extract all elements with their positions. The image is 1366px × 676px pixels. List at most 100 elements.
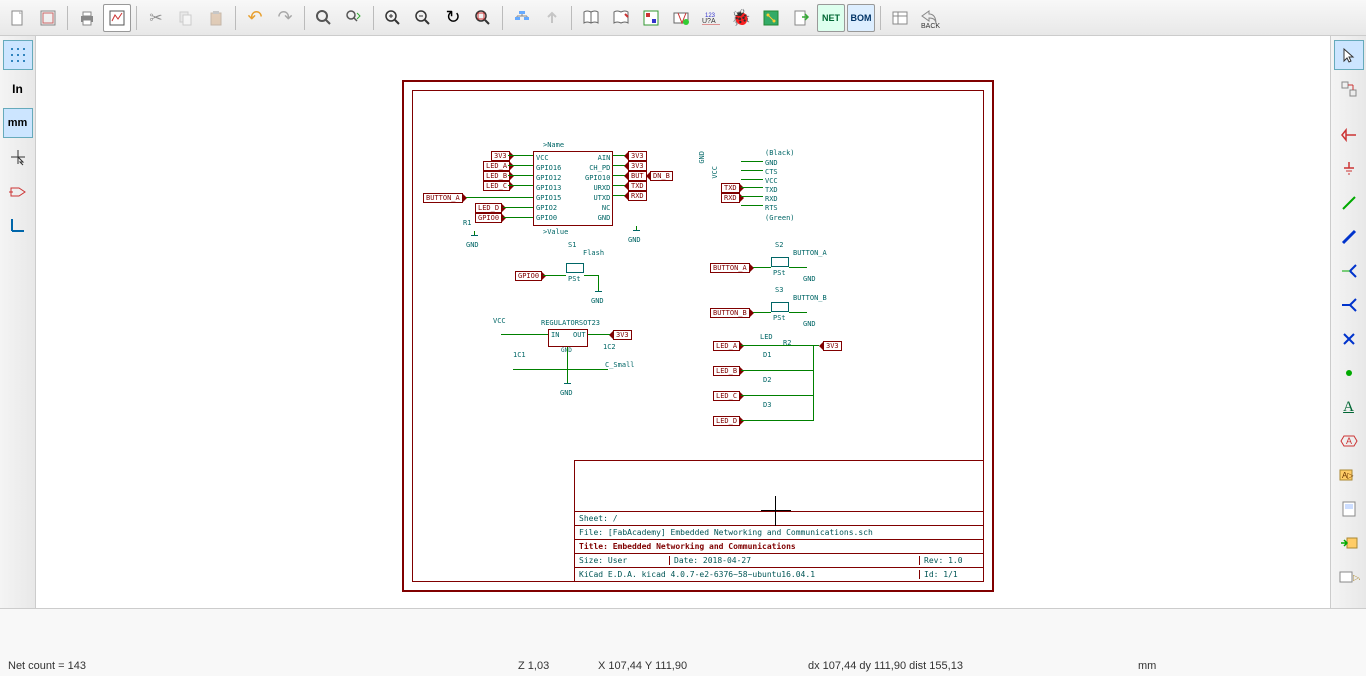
place-junction-tool[interactable]: [1334, 358, 1364, 388]
import-sheetpin-tool[interactable]: [1334, 528, 1364, 558]
zoom-fit-icon[interactable]: [469, 4, 497, 32]
net-txd: TXD: [628, 181, 647, 191]
comp-s3: [771, 302, 789, 312]
find-icon[interactable]: [310, 4, 338, 32]
annotate-icon[interactable]: [637, 4, 665, 32]
back-icon[interactable]: BACK: [916, 4, 944, 32]
net-led-d: LED_D: [475, 203, 502, 213]
select-tool[interactable]: [1334, 40, 1364, 70]
tb-rev: Rev: 1.0: [919, 556, 979, 565]
d3: D3: [763, 401, 771, 409]
tb-sheet: Sheet: /: [579, 514, 618, 523]
psl3: PSt: [773, 314, 786, 322]
plot-icon[interactable]: [103, 4, 131, 32]
place-netlabel-tool[interactable]: A: [1334, 392, 1364, 422]
bus-direction[interactable]: [3, 210, 33, 240]
net-led-c2: LED_C: [713, 391, 740, 401]
pcbnew-icon[interactable]: [757, 4, 785, 32]
new-icon[interactable]: [4, 4, 32, 32]
net-rxd: RXD: [628, 191, 647, 201]
reg-name: REGULATORSOT23: [541, 319, 600, 327]
bom-icon[interactable]: BOM: [847, 4, 875, 32]
place-component-tool[interactable]: [1334, 120, 1364, 150]
redo-icon[interactable]: ↷: [271, 4, 299, 32]
net-led-b: LED_B: [483, 171, 510, 181]
zoom-out-icon[interactable]: [409, 4, 437, 32]
status-xy: X 107,44 Y 111,90: [590, 660, 800, 672]
tb-size: Size: User: [579, 556, 669, 565]
lib-browser-icon[interactable]: [577, 4, 605, 32]
place-bus2bus-tool[interactable]: [1334, 290, 1364, 320]
units-mm[interactable]: mm: [3, 108, 33, 138]
u1-name: >Name: [543, 141, 564, 149]
svg-text:123: 123: [705, 13, 716, 19]
lib-editor-icon[interactable]: [607, 4, 635, 32]
s3: S3: [775, 286, 783, 294]
cut-icon[interactable]: ✂: [142, 4, 170, 32]
u1-pin-r: AINCH_PDGPIO10URXDUTXDNCGND: [585, 153, 610, 223]
schematic-canvas[interactable]: >Name >Value VCCGPIO16GPIO12GPIO13GPIO15…: [36, 36, 1330, 608]
net-button-b2: BUTTON_B: [710, 308, 750, 318]
net-led-a2: LED_A: [713, 341, 740, 351]
conn-black: (Black): [765, 149, 795, 157]
page-setup-icon[interactable]: [34, 4, 62, 32]
conn-pins: GNDCTSVCCTXDRXDRTS: [765, 159, 778, 213]
footprint-icon[interactable]: 🐞: [727, 4, 755, 32]
hierarchy-icon[interactable]: [508, 4, 536, 32]
print-icon[interactable]: [73, 4, 101, 32]
tb-file: File: [FabAcademy] Embedded Networking a…: [579, 528, 873, 537]
s2: S2: [775, 241, 783, 249]
gnd-1: GND: [466, 241, 479, 249]
net-button-a2: BUTTON_A: [710, 263, 750, 273]
place-bus-tool[interactable]: [1334, 222, 1364, 252]
sheet-border: >Name >Value VCCGPIO16GPIO12GPIO13GPIO15…: [402, 80, 994, 592]
zoom-redraw-icon[interactable]: ↻: [439, 4, 467, 32]
net-3v3: 3V3: [491, 151, 510, 161]
find-replace-icon[interactable]: [340, 4, 368, 32]
conn-vcc: VCC: [711, 166, 719, 179]
gnd-s2: GND: [803, 275, 816, 283]
highlight-net-tool[interactable]: [1334, 74, 1364, 104]
zoom-in-icon[interactable]: [379, 4, 407, 32]
right-toolbar: A A A▷ ▷A: [1330, 36, 1366, 608]
place-noconnect-tool[interactable]: [1334, 324, 1364, 354]
reg-out: OUT: [573, 331, 586, 339]
import-icon[interactable]: [787, 4, 815, 32]
tb-id: Id: 1/1: [919, 570, 979, 579]
place-globallabel-tool[interactable]: A: [1334, 426, 1364, 456]
hidden-pins[interactable]: [3, 176, 33, 206]
place-sheetpin-tool[interactable]: ▷A: [1334, 562, 1364, 592]
leave-sheet-icon[interactable]: [538, 4, 566, 32]
place-power-tool[interactable]: [1334, 154, 1364, 184]
place-wire2bus-tool[interactable]: [1334, 256, 1364, 286]
paste-icon[interactable]: [202, 4, 230, 32]
gnd-reg: GND: [560, 389, 573, 397]
net-3v3-r: 3V3: [628, 151, 647, 161]
copy-icon[interactable]: [172, 4, 200, 32]
edit-fields-icon[interactable]: [886, 4, 914, 32]
r1: R1: [463, 219, 471, 227]
place-sheet-tool[interactable]: [1334, 494, 1364, 524]
cursor-shape[interactable]: [3, 142, 33, 172]
gnd-2: GND: [628, 236, 641, 244]
flash: Flash: [583, 249, 604, 257]
svg-text:A: A: [1346, 436, 1352, 446]
net-gpio0-2: GPIO0: [515, 271, 542, 281]
net-led-b2: LED_B: [713, 366, 740, 376]
place-wire-tool[interactable]: [1334, 188, 1364, 218]
net-led-a: LED_A: [483, 161, 510, 171]
net-button-a: BUTTON_A: [423, 193, 463, 203]
netlist-icon[interactable]: NET: [817, 4, 845, 32]
left-toolbar: In mm: [0, 36, 36, 608]
tb-kicad: KiCad E.D.A. kicad 4.0.7-e2-6376~58~ubun…: [579, 570, 919, 579]
erc-icon[interactable]: [667, 4, 695, 32]
grid-toggle[interactable]: [3, 40, 33, 70]
top-toolbar: ✂ ↶ ↷ ↻ U?A123 🐞 NET BOM BACK: [0, 0, 1366, 36]
place-hierlabel-tool[interactable]: A▷: [1334, 460, 1364, 490]
svg-text:▷A: ▷A: [1353, 573, 1360, 582]
net-3v3-r2: 3V3: [628, 161, 647, 171]
net-txd2: TXD: [721, 183, 740, 193]
undo-icon[interactable]: ↶: [241, 4, 269, 32]
units-in[interactable]: In: [3, 74, 33, 104]
cvpcb-icon[interactable]: U?A123: [697, 4, 725, 32]
